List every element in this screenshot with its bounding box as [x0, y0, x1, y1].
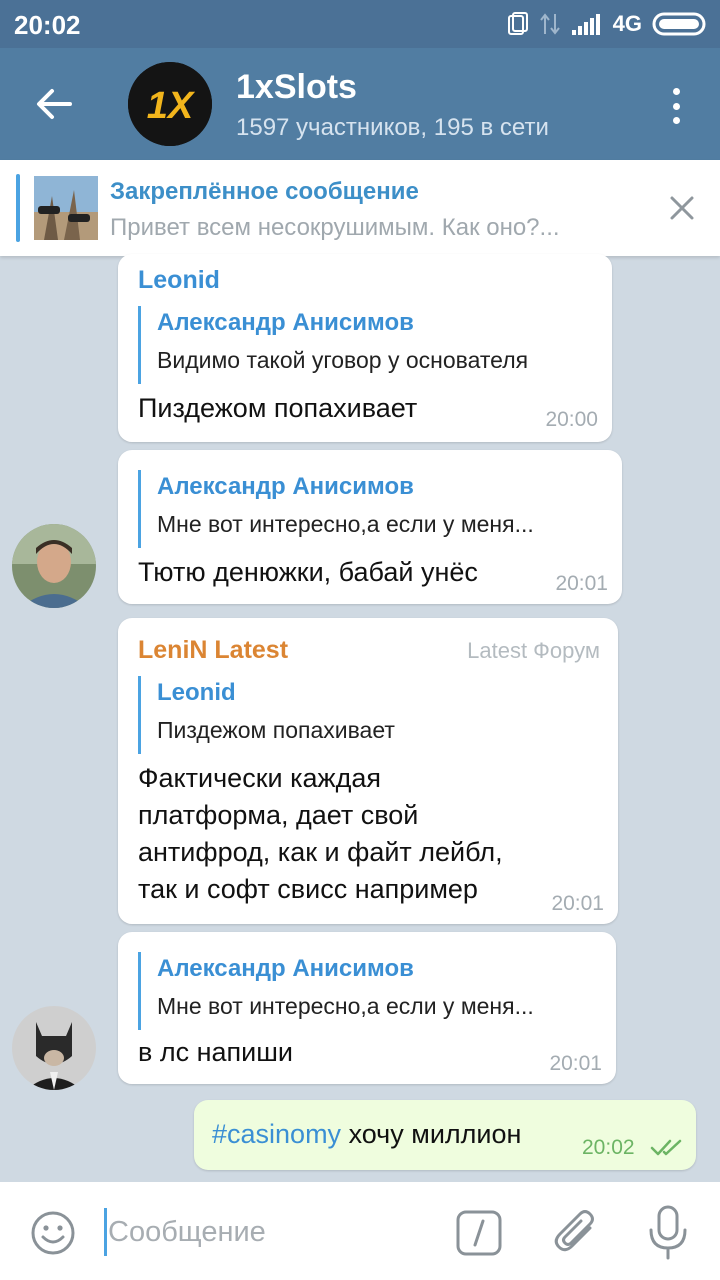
pinned-title: Закреплённое сообщение: [110, 178, 419, 205]
menu-dot-icon: [672, 117, 680, 124]
slash-command-icon: [456, 1210, 502, 1256]
menu-dot-icon: [672, 88, 680, 95]
signal-icon: [571, 14, 600, 35]
message-time: 20:01: [555, 572, 608, 595]
more-menu-button[interactable]: [660, 80, 692, 132]
message-text: Пиздежом попахивает: [138, 393, 418, 423]
chat-title[interactable]: 1xSlots: [236, 68, 357, 107]
menu-dot-icon: [672, 102, 680, 110]
message-bubble[interactable]: Александр Анисимов Мне вот интересно,а е…: [118, 450, 622, 604]
message-input-bar: [0, 1182, 720, 1280]
pinned-accent-bar: [16, 174, 20, 242]
outgoing-text: хочу миллион: [341, 1119, 522, 1149]
attach-button[interactable]: [552, 1206, 602, 1260]
message-input[interactable]: [108, 1204, 428, 1260]
close-icon: [670, 196, 694, 220]
message-text: Фактически каждая платформа, дает свой а…: [138, 763, 503, 904]
reply-author: Александр Анисимов: [157, 955, 414, 982]
author-signature: Latest Форум: [467, 638, 600, 663]
message-time: 20:02: [582, 1136, 635, 1159]
status-bar: 20:02 4G: [0, 0, 720, 48]
text-cursor: [104, 1208, 107, 1256]
reply-text: Пиздежом попахивает: [157, 717, 395, 743]
photo-thumbnail-icon: [34, 176, 98, 240]
reply-text: Видимо такой уговор у основателя: [157, 347, 529, 373]
message-text: в лс напиши: [138, 1037, 293, 1067]
message-bubble[interactable]: Александр Анисимов Мне вот интересно,а е…: [118, 932, 616, 1084]
message-time: 20:01: [549, 1052, 602, 1075]
pinned-message-bar[interactable]: Закреплённое сообщение Привет всем несок…: [0, 160, 720, 256]
network-type: 4G: [612, 11, 642, 36]
bot-command-button[interactable]: [456, 1210, 502, 1256]
reply-author: Leonid: [157, 679, 236, 706]
data-transfer-icon: [539, 13, 560, 35]
user-avatar[interactable]: [12, 1006, 96, 1090]
message-sender[interactable]: LeniN Latest: [138, 636, 288, 665]
message-time: 20:01: [551, 892, 604, 915]
logo-text: 1X: [147, 85, 196, 127]
reply-quote[interactable]: Leonid Пиздежом попахивает: [138, 676, 395, 754]
pinned-text: Привет всем несокрушимым. Как оно?...: [110, 214, 560, 241]
message-time: 20:00: [545, 408, 598, 431]
user-photo-icon: [12, 524, 96, 608]
outgoing-message-bubble[interactable]: #casinomy хочу миллион 20:02: [194, 1100, 696, 1170]
status-icons: 4G: [507, 8, 708, 40]
double-check-read-icon: [650, 1139, 682, 1156]
reply-text: Мне вот интересно,а если у меня...: [157, 993, 534, 1019]
reply-text: Мне вот интересно,а если у меня...: [157, 511, 534, 537]
1x-logo-icon: 1X: [128, 62, 212, 146]
smiley-icon: [31, 1211, 75, 1255]
message-bubble[interactable]: Leonid Александр Анисимов Видимо такой у…: [118, 254, 612, 442]
back-arrow-icon: [37, 89, 72, 119]
reply-author: Александр Анисимов: [157, 309, 414, 336]
message-sender[interactable]: Leonid: [138, 266, 220, 295]
reply-quote[interactable]: Александр Анисимов Мне вот интересно,а е…: [138, 952, 534, 1030]
chat-header: 1X 1xSlots 1597 участников, 195 в сети: [0, 48, 720, 160]
status-time: 20:02: [14, 10, 81, 40]
reply-quote[interactable]: Александр Анисимов Мне вот интересно,а е…: [138, 470, 534, 548]
paperclip-icon: [554, 1210, 594, 1252]
battery-icon: [652, 12, 706, 36]
user-avatar[interactable]: [12, 524, 96, 608]
reply-author: Александр Анисимов: [157, 473, 414, 500]
message-bubble[interactable]: LeniN Latest Latest Форум Leonid Пиздежо…: [118, 618, 618, 924]
chat-members-status: 1597 участников, 195 в сети: [236, 114, 549, 141]
microphone-icon: [649, 1205, 687, 1260]
chat-avatar[interactable]: 1X: [128, 62, 212, 146]
reply-quote[interactable]: Александр Анисимов Видимо такой уговор у…: [138, 306, 528, 384]
pinned-thumbnail: [34, 176, 98, 240]
voice-record-button[interactable]: [644, 1204, 692, 1262]
close-pinned-button[interactable]: [666, 192, 698, 224]
message-text: #casinomy хочу миллион: [212, 1116, 521, 1153]
back-button[interactable]: [26, 78, 82, 130]
sim-icon: [507, 12, 528, 35]
batman-avatar-icon: [12, 1006, 96, 1090]
message-text: Тютю денюжки, бабай унёс: [138, 557, 478, 587]
emoji-button[interactable]: [30, 1210, 76, 1256]
hashtag-link[interactable]: #casinomy: [212, 1119, 341, 1149]
